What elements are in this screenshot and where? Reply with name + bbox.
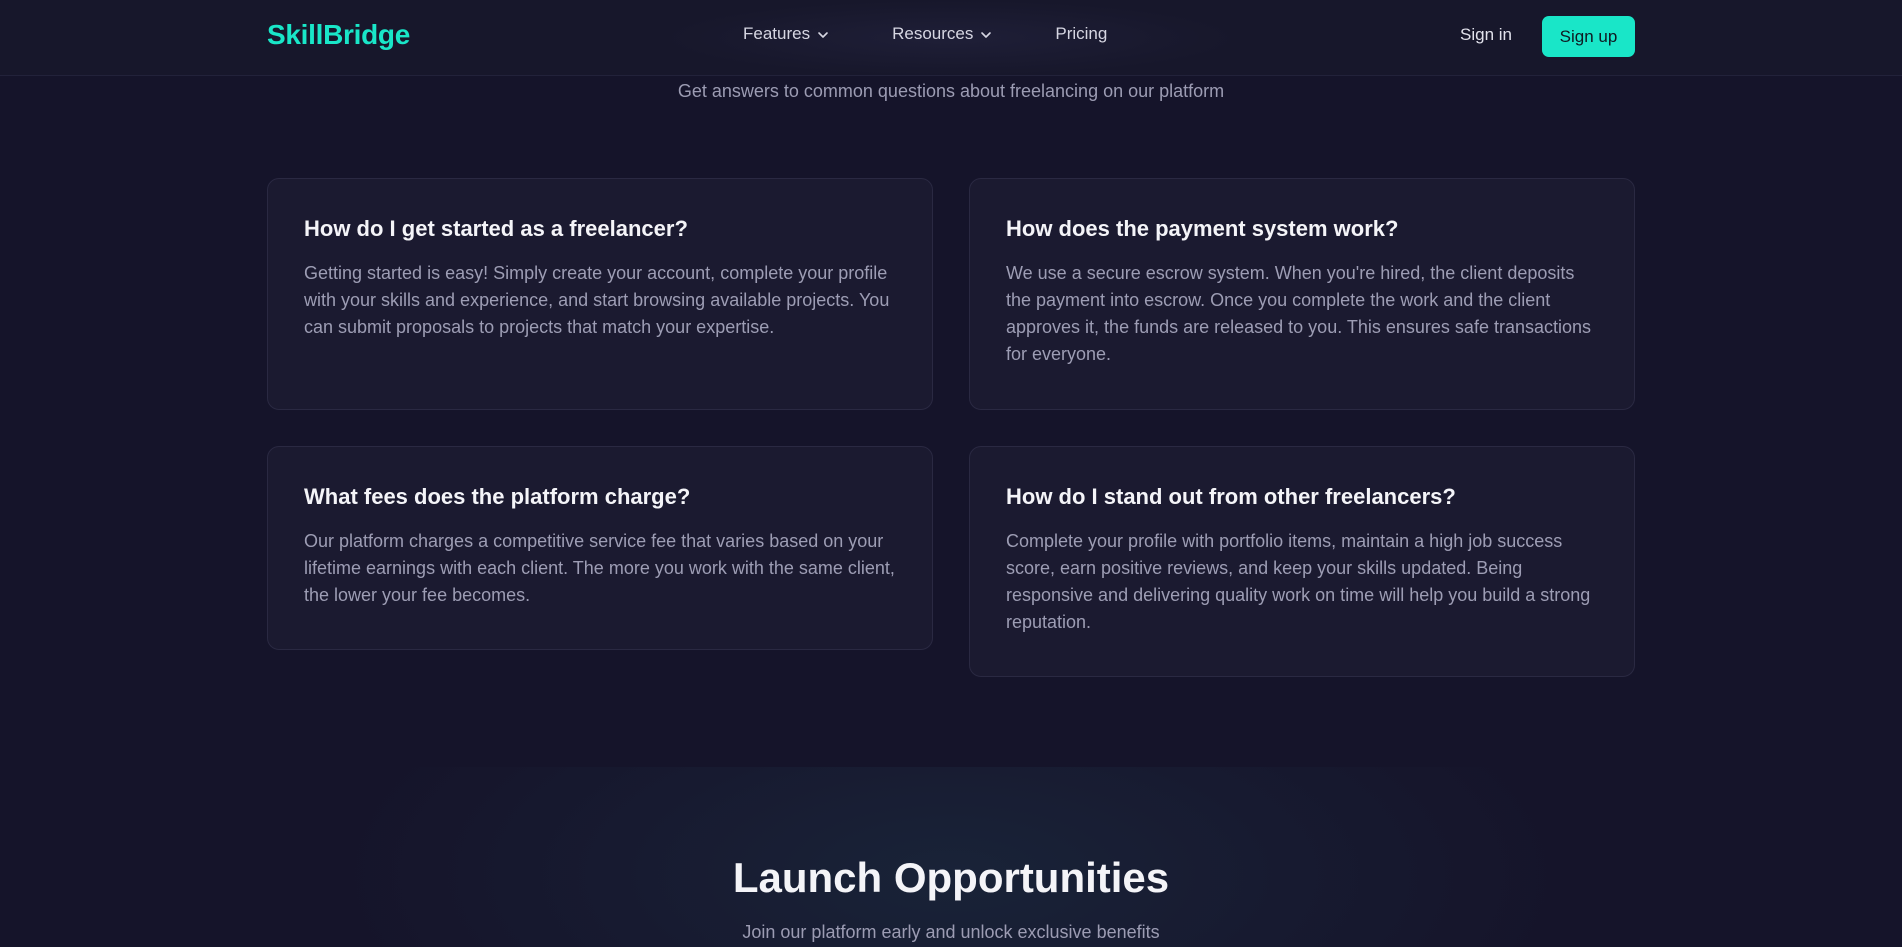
faq-question: How does the payment system work?: [1006, 216, 1399, 241]
faq-subtitle: Get answers to common questions about fr…: [677, 81, 1225, 101]
nav-links: Features Resources Pricing: [743, 24, 1107, 44]
faq-answer: Getting started is easy! Simply create y…: [304, 263, 890, 338]
chevron-down-icon: [818, 32, 828, 38]
faq-question: How do I get started as a freelancer?: [304, 216, 688, 241]
faq-answer: We use a secure escrow system. When you'…: [1006, 263, 1591, 365]
nav-pricing[interactable]: Pricing: [1055, 24, 1107, 44]
faq-card: How does the payment system work? We use…: [969, 178, 1635, 410]
faq-answer: Our platform charges a competitive servi…: [304, 531, 895, 606]
nav-resources[interactable]: Resources: [892, 24, 993, 44]
sign-in-link[interactable]: Sign in: [1460, 25, 1512, 45]
top-navbar: SkillBridge Features Resources Pricing S…: [0, 0, 1902, 76]
faq-answer: Complete your profile with portfolio ite…: [1006, 531, 1591, 633]
nav-features-label: Features: [743, 24, 811, 43]
nav-resources-label: Resources: [892, 24, 974, 43]
nav-pricing-label: Pricing: [1055, 24, 1108, 43]
sign-up-button[interactable]: Sign up: [1542, 16, 1635, 57]
launch-subtitle: Join our platform early and unlock exclu…: [742, 922, 1160, 942]
faq-question: What fees does the platform charge?: [304, 484, 691, 509]
logo[interactable]: SkillBridge: [267, 19, 410, 51]
nav-features[interactable]: Features: [743, 24, 830, 44]
faq-card: How do I get started as a freelancer? Ge…: [267, 178, 933, 410]
chevron-down-icon: [981, 32, 992, 38]
faq-card: How do I stand out from other freelancer…: [969, 446, 1635, 677]
faq-card: What fees does the platform charge? Our …: [267, 446, 933, 650]
launch-title: Launch Opportunities: [732, 854, 1170, 901]
faq-question: How do I stand out from other freelancer…: [1006, 484, 1456, 509]
